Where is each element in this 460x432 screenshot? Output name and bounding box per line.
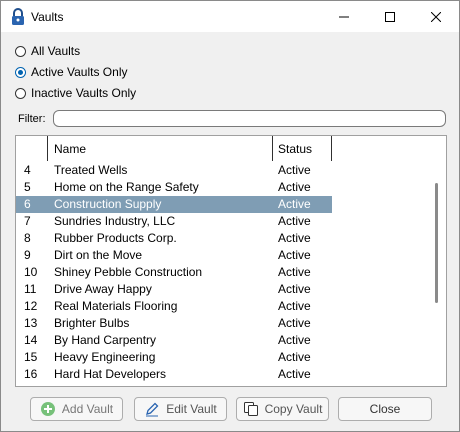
table-row[interactable]: 16 Hard Hat Developers Active [16, 366, 332, 383]
row-id-cell: 11 [24, 282, 37, 296]
table-row[interactable]: 4 Treated Wells Active [16, 162, 332, 179]
radio-label: All Vaults [31, 44, 81, 58]
row-id-cell: 14 [24, 333, 38, 347]
column-header-status[interactable]: Status [278, 142, 312, 156]
column-header-name[interactable]: Name [54, 142, 86, 156]
table-row[interactable]: 7 Sundries Industry, LLC Active [16, 213, 332, 230]
row-status-cell: Active [278, 299, 311, 313]
vaults-grid: Name Status 4 Treated Wells Active 5 Home on… [15, 135, 447, 387]
row-status-cell: Active [278, 350, 311, 364]
row-id-cell: 8 [24, 231, 31, 245]
table-row[interactable]: 14 By Hand Carpentry Active [16, 332, 332, 349]
table-row[interactable]: 10 Shiney Pebble Construction Active [16, 264, 332, 281]
pencil-icon [146, 402, 159, 417]
row-id-cell: 5 [24, 180, 31, 194]
radio-button[interactable] [15, 66, 26, 78]
row-name-cell: Construction Supply [54, 197, 162, 211]
copy-vault-label: Copy Vault [264, 402, 323, 416]
row-status-cell: Active [278, 282, 311, 296]
close-window-button[interactable] [413, 1, 459, 32]
row-id-cell: 16 [24, 367, 38, 381]
radio-inactive-vaults-only[interactable]: Inactive Vaults Only [15, 85, 136, 101]
minimize-button[interactable] [321, 1, 367, 32]
row-name-cell: Hard Hat Developers [54, 367, 167, 381]
table-row[interactable]: 6 Construction Supply Active [16, 196, 332, 213]
row-status-cell: Active [278, 316, 311, 330]
radio-button[interactable] [15, 45, 26, 57]
copy-icon [243, 402, 258, 416]
column-divider[interactable] [47, 136, 48, 161]
padlock-icon [11, 8, 25, 26]
filter-label: Filter: [18, 113, 46, 125]
title-bar: Vaults [1, 1, 459, 32]
vaults-window: Vaults All Vaults Active Vaults Only Ina… [0, 0, 460, 432]
row-name-cell: Brighter Bulbs [54, 316, 130, 330]
table-row[interactable]: 15 Heavy Engineering Active [16, 349, 332, 366]
row-id-cell: 13 [24, 316, 38, 330]
row-status-cell: Active [278, 265, 311, 279]
row-name-cell: Home on the Range Safety [54, 180, 199, 194]
filter-input[interactable] [53, 110, 446, 127]
table-row[interactable]: 5 Home on the Range Safety Active [16, 179, 332, 196]
row-status-cell: Active [278, 163, 311, 177]
row-name-cell: Heavy Engineering [54, 350, 156, 364]
table-row[interactable]: 11 Drive Away Happy Active [16, 281, 332, 298]
row-status-cell: Active [278, 180, 311, 194]
table-row[interactable]: 8 Rubber Products Corp. Active [16, 230, 332, 247]
row-id-cell: 6 [24, 197, 31, 211]
table-row[interactable]: 12 Real Materials Flooring Active [16, 298, 332, 315]
vertical-scrollbar[interactable] [429, 136, 446, 386]
row-status-cell: Active [278, 197, 311, 211]
window-title: Vaults [31, 10, 64, 24]
column-divider[interactable] [272, 136, 273, 161]
plus-circle-icon [40, 402, 55, 416]
add-vault-button[interactable]: Add Vault [30, 397, 123, 421]
row-name-cell: Rubber Products Corp. [54, 231, 177, 245]
add-vault-label: Add Vault [61, 402, 114, 416]
row-status-cell: Active [278, 231, 311, 245]
row-name-cell: Shiney Pebble Construction [54, 265, 203, 279]
row-name-cell: Drive Away Happy [54, 282, 152, 296]
row-name-cell: Sundries Industry, LLC [54, 214, 176, 228]
radio-button[interactable] [15, 87, 26, 99]
close-button[interactable]: Close [338, 397, 432, 421]
grid-header: Name Status [16, 136, 332, 161]
row-name-cell: Treated Wells [54, 163, 128, 177]
row-id-cell: 4 [24, 163, 31, 177]
column-divider[interactable] [331, 136, 332, 161]
copy-vault-button[interactable]: Copy Vault [236, 397, 329, 421]
row-status-cell: Active [278, 248, 311, 262]
edit-vault-label: Edit Vault [166, 402, 217, 416]
row-id-cell: 12 [24, 299, 38, 313]
close-label: Close [369, 402, 401, 416]
row-status-cell: Active [278, 333, 311, 347]
row-status-cell: Active [278, 367, 311, 381]
grid-rows: 4 Treated Wells Active 5 Home on the Range S… [16, 162, 332, 383]
edit-vault-button[interactable]: Edit Vault [134, 397, 227, 421]
row-id-cell: 15 [24, 350, 38, 364]
row-name-cell: Real Materials Flooring [54, 299, 178, 313]
table-row[interactable]: 9 Dirt on the Move Active [16, 247, 332, 264]
table-row[interactable]: 13 Brighter Bulbs Active [16, 315, 332, 332]
radio-label: Inactive Vaults Only [31, 86, 137, 100]
row-name-cell: By Hand Carpentry [54, 333, 157, 347]
radio-label: Active Vaults Only [31, 65, 128, 79]
row-id-cell: 10 [24, 265, 38, 279]
radio-all-vaults[interactable]: All Vaults [15, 43, 80, 59]
row-status-cell: Active [278, 214, 311, 228]
row-id-cell: 9 [24, 248, 31, 262]
row-id-cell: 7 [24, 214, 31, 228]
row-name-cell: Dirt on the Move [54, 248, 143, 262]
radio-active-vaults-only[interactable]: Active Vaults Only [15, 64, 127, 80]
maximize-button[interactable] [367, 1, 413, 32]
scrollbar-thumb[interactable] [435, 183, 438, 303]
